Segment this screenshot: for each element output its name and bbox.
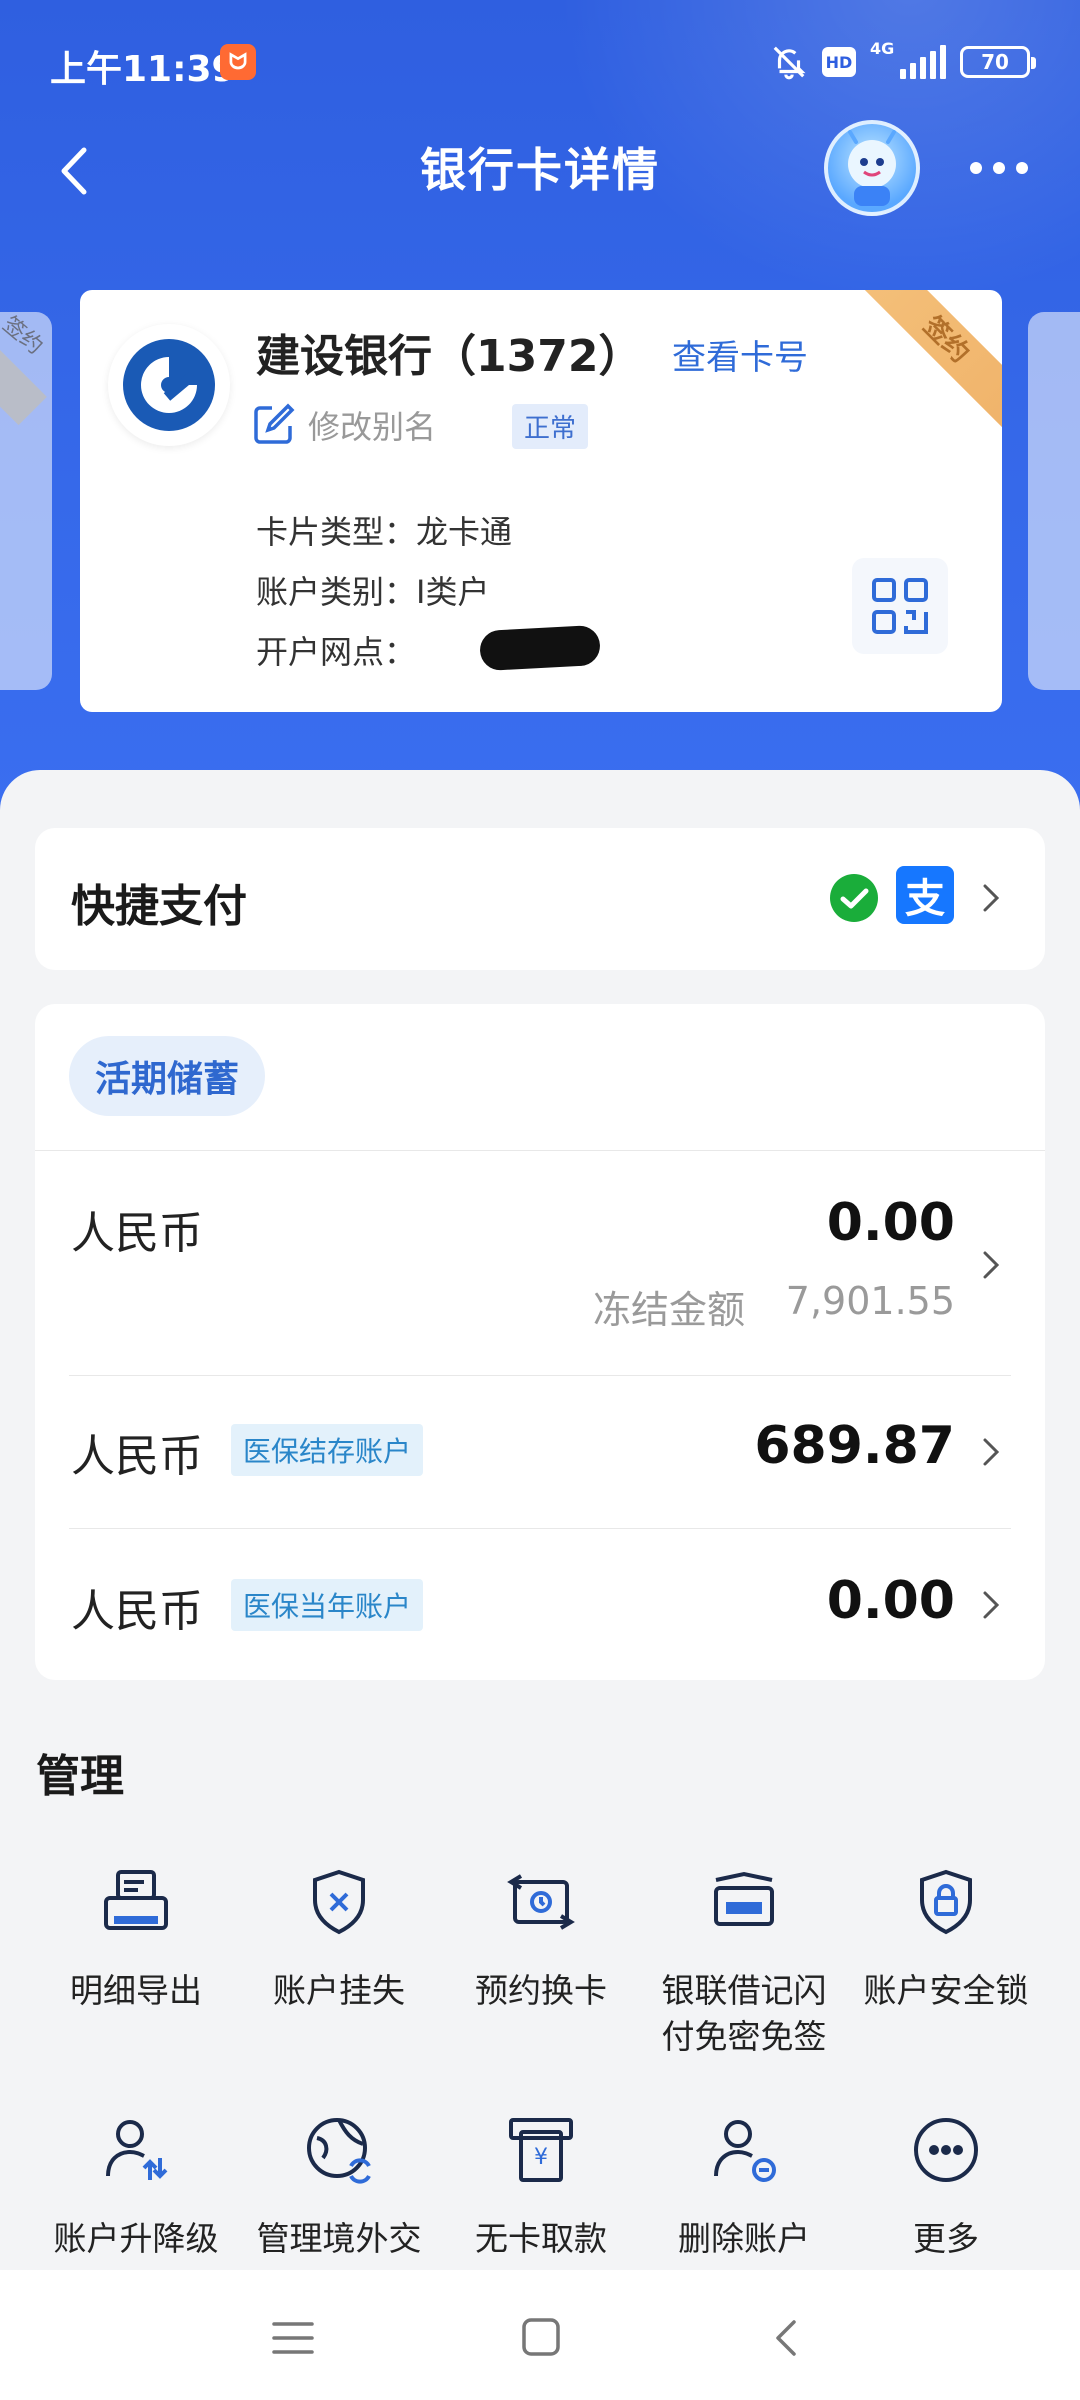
account-class-value: I类户 bbox=[416, 573, 490, 611]
unionpay-quickpass-item[interactable]: 银联借记闪 付免密免签 bbox=[636, 1862, 852, 2060]
card-replace-item[interactable]: 预约换卡 bbox=[433, 1862, 649, 2014]
bell-off-icon bbox=[773, 46, 806, 80]
mascot-avatar[interactable] bbox=[824, 120, 920, 216]
security-lock-item[interactable]: 账户安全锁 bbox=[838, 1862, 1054, 2014]
user-updown-icon bbox=[106, 2120, 168, 2180]
edit-alias-button[interactable]: 修改别名 bbox=[308, 402, 436, 448]
grid-item-label: 银联借记闪 付免密免签 bbox=[661, 1971, 827, 2056]
overseas-transaction-item[interactable]: 管理境外交 bbox=[231, 2110, 447, 2262]
system-nav-bar bbox=[0, 2270, 1080, 2400]
cardless-withdrawal-item[interactable]: ¥ 无卡取款 bbox=[433, 2110, 649, 2262]
bank-name: 建设银行（1372） bbox=[256, 331, 643, 382]
side-sign-ribbon-text: 签约 bbox=[0, 312, 48, 360]
quick-pay-label: 快捷支付 bbox=[71, 881, 247, 932]
status-time: 上午11:39 bbox=[50, 49, 237, 90]
grid-item-label: 明细导出 bbox=[70, 1971, 202, 2010]
bank-card[interactable]: 签约 建设银行（1372） 查看卡号 修改别名 正常 卡片类型： 龙卡通 账户类… bbox=[80, 290, 1002, 712]
status-bar: 上午11:39 ᗢ HD 4G 70 bbox=[0, 0, 1080, 120]
card-type-value: 龙卡通 bbox=[416, 513, 513, 551]
savings-panel: 活期储蓄 人民币 0.00 冻结金额 7,901.55 人民币 医保结存账户 6… bbox=[35, 1004, 1045, 1680]
next-card-peek[interactable] bbox=[1028, 312, 1080, 690]
network-type: 4G bbox=[870, 39, 895, 58]
shield-lock-icon bbox=[920, 1869, 972, 1935]
home-icon[interactable] bbox=[516, 2316, 566, 2360]
account-row-rmb[interactable]: 人民币 0.00 冻结金额 7,901.55 bbox=[35, 1151, 1045, 1375]
branch-label: 开户网点： bbox=[256, 633, 417, 671]
delete-account-item[interactable]: 删除账户 bbox=[636, 2110, 852, 2262]
grid-item-label: 账户安全锁 bbox=[863, 1971, 1029, 2010]
battery-icon: 70 bbox=[960, 46, 1036, 78]
savings-tab[interactable]: 活期储蓄 bbox=[69, 1036, 266, 1116]
card-type-label: 卡片类型： bbox=[256, 513, 417, 551]
chevron-right-icon bbox=[983, 1251, 1000, 1279]
report-loss-item[interactable]: 账户挂失 bbox=[231, 1862, 447, 2014]
atm-yuan-icon: ¥ bbox=[509, 2118, 573, 2182]
account-currency: 人民币 bbox=[71, 1431, 203, 1482]
status-indicators: HD 4G 70 bbox=[770, 39, 1036, 84]
qr-code-button[interactable] bbox=[852, 558, 948, 654]
account-currency: 人民币 bbox=[71, 1586, 203, 1637]
ccb-logo-icon bbox=[108, 324, 230, 446]
more-dots-icon[interactable] bbox=[964, 142, 1034, 192]
account-balance: 689.87 bbox=[754, 1416, 955, 1476]
nav-bar: 银行卡详情 bbox=[0, 120, 1080, 220]
frozen-amount-label: 冻结金额 bbox=[592, 1288, 745, 1332]
view-card-number-link[interactable]: 查看卡号 bbox=[672, 330, 808, 379]
account-type-badge: 医保当年账户 bbox=[231, 1579, 424, 1631]
chevron-right-icon bbox=[983, 884, 1000, 912]
back-icon[interactable] bbox=[762, 2316, 812, 2360]
grid-item-label: 删除账户 bbox=[678, 2219, 810, 2258]
notification-app-icon: ᗢ bbox=[220, 44, 256, 80]
globe-refresh-icon bbox=[307, 2118, 371, 2184]
card-tap-icon bbox=[714, 1871, 774, 1926]
edit-icon[interactable] bbox=[252, 402, 296, 446]
grid-item-label: 账户升降级 bbox=[53, 2219, 219, 2258]
hd-badge: HD bbox=[822, 47, 856, 77]
account-class-label: 账户类别： bbox=[256, 573, 417, 611]
sign-ribbon: 签约 bbox=[852, 290, 1002, 434]
more-circle-icon bbox=[914, 2118, 978, 2182]
redaction-mark bbox=[479, 624, 601, 672]
account-currency: 人民币 bbox=[71, 1208, 203, 1259]
qr-code-icon bbox=[872, 578, 928, 634]
card-swap-icon bbox=[507, 1874, 575, 1930]
signal-icon: 4G bbox=[870, 39, 946, 79]
account-type-badge: 医保结存账户 bbox=[231, 1424, 424, 1476]
alipay-icon: 支 bbox=[896, 866, 954, 924]
battery-level: 70 bbox=[981, 50, 1009, 74]
manage-section-title: 管理 bbox=[36, 1751, 124, 1802]
grid-item-label: 无卡取款 bbox=[475, 2219, 607, 2258]
quick-pay-row[interactable]: 快捷支付 支 bbox=[35, 828, 1045, 970]
account-class-row: 账户类别： I类户 bbox=[256, 562, 590, 622]
card-type-row: 卡片类型： 龙卡通 bbox=[256, 502, 590, 562]
grid-item-label: 账户挂失 bbox=[273, 1971, 405, 2010]
grid-item-label: 管理境外交 bbox=[256, 2219, 422, 2258]
svg-text:¥: ¥ bbox=[534, 2145, 548, 2170]
wechat-pay-icon bbox=[830, 874, 878, 922]
chevron-right-icon bbox=[983, 1438, 1000, 1466]
menu-icon[interactable] bbox=[268, 2316, 318, 2360]
export-details-item[interactable]: 明细导出 bbox=[28, 1862, 244, 2014]
chevron-right-icon bbox=[983, 1591, 1000, 1619]
grid-item-label: 预约换卡 bbox=[475, 1971, 607, 2010]
account-balance: 0.00 bbox=[826, 1193, 955, 1253]
frozen-amount-value: 7,901.55 bbox=[785, 1279, 955, 1323]
previous-card-peek[interactable]: 签约 bbox=[0, 312, 52, 690]
grid-item-label: 更多 bbox=[913, 2219, 979, 2258]
user-remove-icon bbox=[714, 2120, 776, 2182]
more-item[interactable]: 更多 bbox=[838, 2110, 1054, 2262]
card-status-badge: 正常 bbox=[512, 404, 589, 449]
account-balance: 0.00 bbox=[826, 1571, 955, 1631]
account-row-medical-current[interactable]: 人民币 医保当年账户 0.00 bbox=[35, 1529, 1045, 1680]
printer-icon bbox=[104, 1870, 168, 1930]
account-row-medical-saved[interactable]: 人民币 医保结存账户 689.87 bbox=[35, 1376, 1045, 1528]
shield-x-icon bbox=[313, 1869, 365, 1935]
account-level-item[interactable]: 账户升降级 bbox=[28, 2110, 244, 2262]
